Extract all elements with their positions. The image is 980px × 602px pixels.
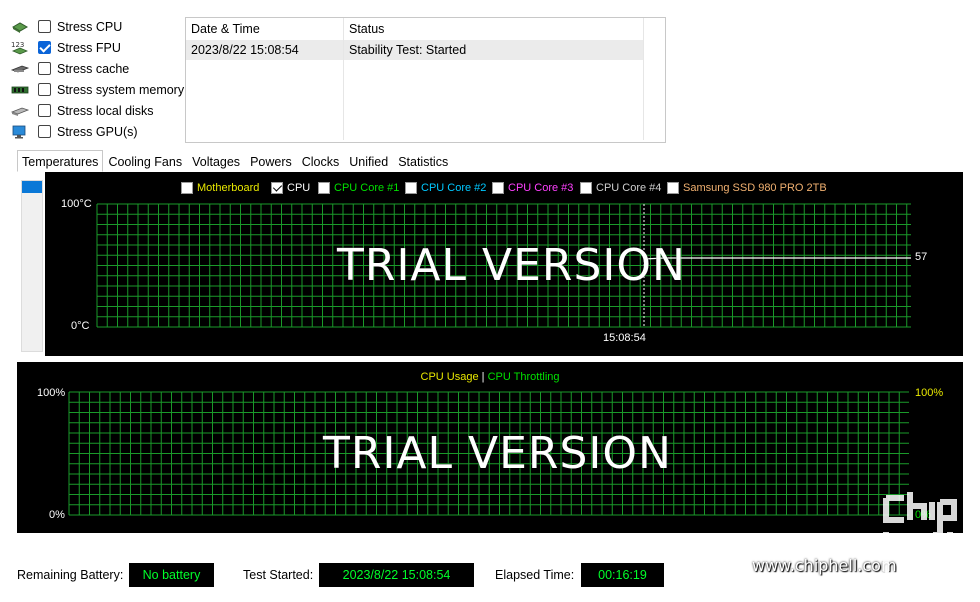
log-header-status[interactable]: Status xyxy=(344,18,644,40)
log-row-empty xyxy=(186,60,644,80)
log-row[interactable]: 2023/8/22 15:08:54 Stability Test: Start… xyxy=(186,40,644,60)
cpu-chip-icon xyxy=(10,19,30,35)
stress-memory-option[interactable]: Stress system memory xyxy=(10,79,184,100)
usage-right-max-label: 100% xyxy=(915,387,944,399)
battery-label: Remaining Battery: xyxy=(17,568,124,582)
memory-module-icon xyxy=(10,82,30,98)
chart-tabs: Temperatures Cooling Fans Voltages Power… xyxy=(17,150,453,172)
stress-memory-label: Stress system memory xyxy=(57,82,185,97)
disk-drive-icon xyxy=(10,103,30,119)
trial-watermark: TRIAL VERSION xyxy=(323,428,672,479)
log-header-datetime[interactable]: Date & Time xyxy=(186,18,344,40)
temp-x-time-label: 15:08:54 xyxy=(603,332,646,344)
log-row-empty xyxy=(186,80,644,100)
log-cell-status: Stability Test: Started xyxy=(344,40,644,60)
stress-gpu-checkbox[interactable] xyxy=(38,125,51,138)
stress-cpu-checkbox[interactable] xyxy=(38,20,51,33)
cpu-usage-chart: CPU Usage | CPU Throttling 100% 0% 100% … xyxy=(17,362,963,533)
log-row-empty xyxy=(186,120,644,140)
temp-y-max-label: 100°C xyxy=(61,198,92,210)
stress-cpu-label: Stress CPU xyxy=(57,19,123,34)
log-header: Date & Time Status xyxy=(186,18,644,41)
cache-chip-icon xyxy=(10,61,30,77)
stress-fpu-label: Stress FPU xyxy=(57,40,121,55)
tab-temperatures[interactable]: Temperatures xyxy=(17,150,104,172)
stress-disks-label: Stress local disks xyxy=(57,103,154,118)
tab-clocks[interactable]: Clocks xyxy=(297,150,345,172)
stress-fpu-checkbox[interactable] xyxy=(38,41,51,54)
cpu-current-value: 57 xyxy=(915,251,928,263)
stress-cpu-option[interactable]: Stress CPU xyxy=(10,16,122,37)
fpu-123-icon: 123 xyxy=(10,40,30,56)
stress-fpu-option[interactable]: 123 Stress FPU xyxy=(10,37,121,58)
trial-watermark: TRIAL VERSION xyxy=(337,240,686,291)
stress-gpu-option[interactable]: Stress GPU(s) xyxy=(10,121,138,142)
stress-disks-option[interactable]: Stress local disks xyxy=(10,100,154,121)
chart-scrollbar[interactable] xyxy=(21,180,43,352)
stress-cache-label: Stress cache xyxy=(57,61,130,76)
svg-text:123: 123 xyxy=(11,41,24,49)
battery-value: No battery xyxy=(129,563,214,587)
test-started-label: Test Started: xyxy=(243,568,314,582)
scrollbar-thumb[interactable] xyxy=(22,181,42,193)
site-logo-watermark xyxy=(880,488,972,587)
tab-cooling-fans[interactable]: Cooling Fans xyxy=(103,150,187,172)
log-row-empty xyxy=(186,100,644,120)
temperature-chart: Motherboard CPU CPU Core #1 CPU Core #2 … xyxy=(45,172,963,356)
monitor-gpu-icon xyxy=(10,124,30,140)
log-cell-datetime: 2023/8/22 15:08:54 xyxy=(186,40,344,60)
tab-voltages[interactable]: Voltages xyxy=(187,150,245,172)
temp-y-min-label: 0°C xyxy=(71,320,90,332)
stress-cache-option[interactable]: Stress cache xyxy=(10,58,129,79)
elapsed-time-label: Elapsed Time: xyxy=(495,568,575,582)
stress-cache-checkbox[interactable] xyxy=(38,62,51,75)
usage-left-min-label: 0% xyxy=(49,509,65,521)
tab-powers[interactable]: Powers xyxy=(245,150,297,172)
stress-memory-checkbox[interactable] xyxy=(38,83,51,96)
stress-gpu-label: Stress GPU(s) xyxy=(57,124,138,139)
tab-unified[interactable]: Unified xyxy=(344,150,393,172)
chiphell-logo-icon xyxy=(883,492,957,575)
test-started-value: 2023/8/22 15:08:54 xyxy=(319,563,474,587)
usage-left-max-label: 100% xyxy=(37,387,66,399)
elapsed-time-value: 00:16:19 xyxy=(581,563,664,587)
site-watermark-url: www.chiphell.com xyxy=(752,556,897,575)
stress-disks-checkbox[interactable] xyxy=(38,104,51,117)
tab-statistics[interactable]: Statistics xyxy=(393,150,453,172)
status-log-table[interactable]: Date & Time Status 2023/8/22 15:08:54 St… xyxy=(185,17,666,143)
